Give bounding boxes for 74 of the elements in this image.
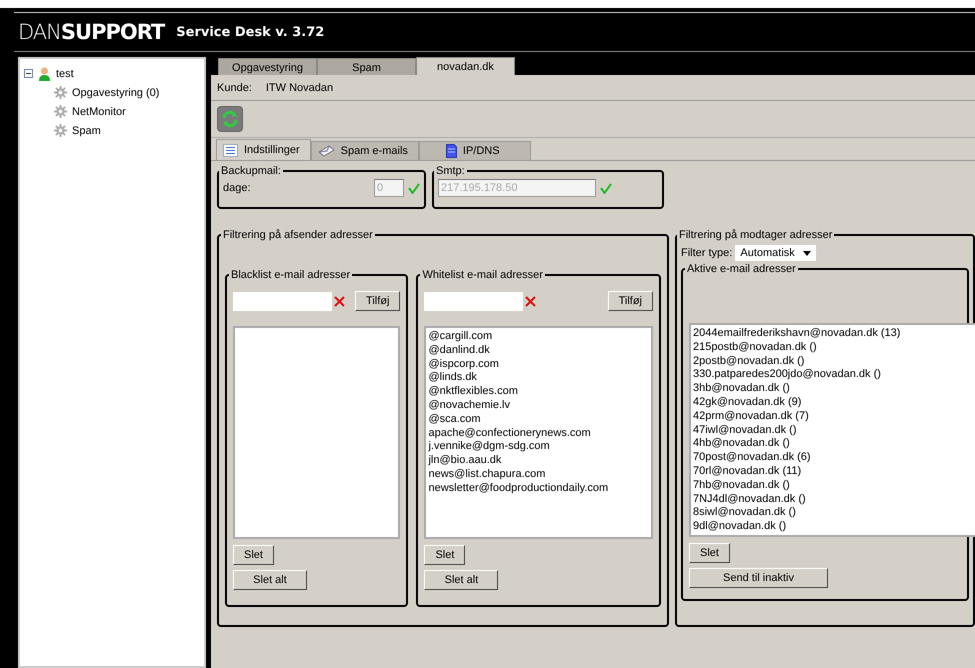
clear-icon[interactable]: [334, 296, 345, 306]
list-item[interactable]: @nktflexibles.com: [428, 385, 649, 399]
list-item[interactable]: 2postb@novadan.dk (): [693, 354, 975, 368]
tree-item[interactable]: Opgavestyring (0): [72, 86, 160, 98]
check-icon: [408, 182, 420, 194]
list-item[interactable]: 42prm@novadan.dk (7): [693, 410, 975, 424]
list-item[interactable]: 42gk@novadan.dk (9): [693, 396, 975, 410]
field-label: Filter type:: [681, 247, 732, 259]
delete-button[interactable]: Slet: [233, 545, 274, 565]
list-item[interactable]: 70post@novadan.dk (6): [693, 451, 975, 465]
collapse-icon[interactable]: [24, 69, 33, 78]
list-item[interactable]: newsletter@foodproductiondaily.com: [428, 482, 649, 496]
list-item[interactable]: @ispcorp.com: [428, 358, 649, 372]
clear-icon[interactable]: [525, 296, 536, 306]
add-button[interactable]: Tilføj: [608, 291, 653, 311]
group-title: Backupmail:: [220, 165, 282, 177]
dropdown-arrow-icon: [802, 250, 811, 256]
list-item[interactable]: news@list.chapura.com: [428, 468, 649, 482]
tab[interactable]: Spam: [317, 58, 416, 76]
tab[interactable]: Spam e-mails: [310, 141, 419, 160]
list-item[interactable]: @sca.com: [428, 412, 649, 427]
app-title: Service Desk v. 3.72: [176, 24, 324, 40]
delete-all-button[interactable]: Slet alt: [424, 570, 498, 590]
list-item[interactable]: @novachemie.lv: [428, 398, 649, 413]
envelope-icon: [318, 145, 335, 157]
list-item[interactable]: @danlind.dk: [428, 344, 649, 358]
customer-name: ITW Novadan: [266, 82, 334, 94]
list-item[interactable]: 215postb@novadan.dk (): [693, 340, 975, 355]
gear-icon: [54, 86, 67, 99]
list-item[interactable]: 8siwl@novadan.dk (): [693, 506, 975, 520]
add-button[interactable]: Tilføj: [355, 291, 400, 311]
delete-all-button[interactable]: Slet alt: [233, 570, 307, 590]
list-item[interactable]: @linds.dk: [428, 371, 649, 386]
field-label: dage:: [223, 182, 252, 194]
check-icon: [600, 182, 612, 194]
list-item[interactable]: 9dl@novadan.dk (): [693, 520, 975, 534]
list-item[interactable]: 7NJ4dl@novadan.dk (): [693, 492, 975, 506]
tab[interactable]: novadan.dk: [416, 57, 515, 76]
email-field[interactable]: [424, 292, 524, 310]
filter-type-dropdown[interactable]: Automatisk: [735, 245, 816, 261]
list-item[interactable]: @cargill.com: [428, 330, 649, 344]
user-icon: [38, 66, 51, 80]
delete-button[interactable]: Slet: [689, 543, 730, 563]
email-field[interactable]: [233, 292, 332, 310]
tree-item[interactable]: Spam: [72, 124, 101, 136]
list-item[interactable]: 3hb@novadan.dk (): [693, 382, 975, 396]
tab[interactable]: Opgavestyring: [218, 58, 317, 76]
logo: DANSUPPORT: [18, 20, 164, 44]
group-title: Filtrering på afsender adresser: [222, 229, 374, 241]
document-icon: [446, 144, 457, 158]
list-item[interactable]: 2044emailfrederikshavn@novadan.dk (13): [693, 327, 975, 341]
list-item[interactable]: j.vennike@dgm-sdg.com: [428, 440, 649, 454]
group-title: Whitelist e-mail adresser: [421, 269, 544, 281]
delete-button[interactable]: Slet: [424, 545, 466, 565]
group-title: Filtrering på modtager adresser: [678, 229, 834, 241]
list-item[interactable]: 70rl@novadan.dk (11): [693, 464, 975, 479]
gear-icon: [54, 105, 67, 118]
tab[interactable]: Indstillinger: [216, 139, 311, 160]
group-title: Smtp:: [435, 165, 466, 177]
tree-item[interactable]: test: [56, 68, 74, 80]
list-item[interactable]: jln@bio.aau.dk: [428, 454, 649, 468]
list-item[interactable]: 4hb@novadan.dk (): [693, 437, 975, 452]
group-title: Blacklist e-mail adresser: [230, 269, 352, 281]
tree-item[interactable]: NetMonitor: [72, 106, 126, 118]
refresh-button[interactable]: [217, 106, 243, 132]
list-item[interactable]: 330.patparedes200jdo@novadan.dk (): [693, 368, 975, 382]
group-title: Aktive e-mail adresser: [686, 263, 797, 275]
list-item[interactable]: 47iwl@novadan.dk (): [693, 424, 975, 438]
gear-icon: [54, 124, 67, 137]
list-item[interactable]: apache@confectionerynews.com: [428, 426, 649, 440]
tab[interactable]: IP/DNS: [418, 141, 531, 160]
customer-label: Kunde:: [217, 82, 252, 94]
list-item[interactable]: 7hb@novadan.dk (): [693, 478, 975, 493]
list-icon: [223, 144, 238, 156]
